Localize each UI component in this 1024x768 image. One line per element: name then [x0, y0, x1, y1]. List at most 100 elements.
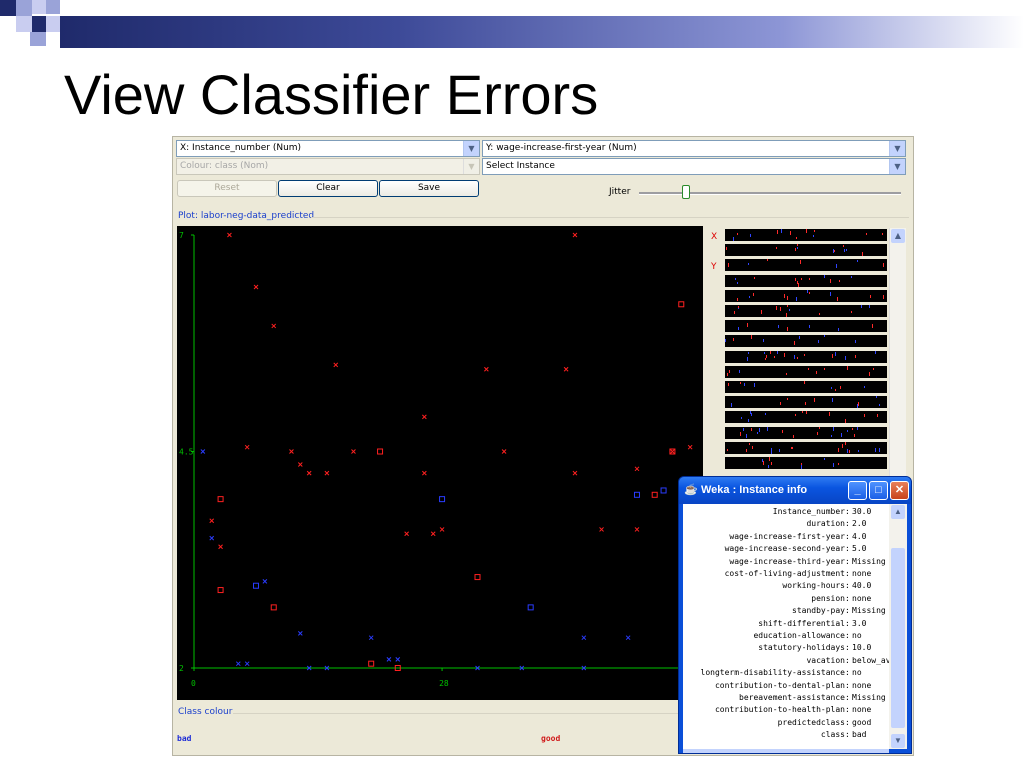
- jitter-slider-thumb[interactable]: [682, 185, 691, 199]
- attribute-strip[interactable]: [725, 289, 887, 302]
- attribute-strip[interactable]: [725, 320, 887, 333]
- data-point-square[interactable]: [633, 491, 640, 498]
- strip-dot: [857, 426, 858, 430]
- data-point-x[interactable]: [306, 470, 312, 476]
- data-point-x[interactable]: [404, 531, 409, 537]
- attribute-strip[interactable]: [725, 457, 887, 469]
- instance-info-hscrollbar[interactable]: [683, 749, 889, 753]
- data-point-x[interactable]: [599, 527, 604, 532]
- data-point-x[interactable]: [395, 656, 401, 662]
- data-point-x[interactable]: [625, 635, 631, 641]
- data-point-square[interactable]: [217, 587, 224, 594]
- scroll-thumb[interactable]: [891, 548, 905, 728]
- data-point-x[interactable]: [501, 449, 507, 454]
- strip-dot: [813, 235, 814, 237]
- scroll-up-icon[interactable]: ▲: [891, 505, 905, 519]
- attribute-strip[interactable]: [725, 441, 887, 454]
- maximize-icon[interactable]: □: [869, 481, 888, 500]
- attribute-strip[interactable]: [725, 244, 887, 257]
- minimize-icon[interactable]: _: [848, 481, 867, 500]
- data-point-x[interactable]: [687, 444, 693, 450]
- data-point-square[interactable]: [253, 582, 260, 589]
- data-point-x[interactable]: [563, 366, 569, 372]
- data-point-x[interactable]: [297, 462, 303, 467]
- x-axis-select[interactable]: X: Instance_number (Num) ▼: [176, 140, 480, 157]
- save-button[interactable]: Save: [379, 180, 479, 197]
- y-axis-select[interactable]: Y: wage-increase-first-year (Num) ▼: [482, 140, 906, 157]
- attribute-strip[interactable]: [725, 259, 887, 272]
- data-point-x[interactable]: [253, 284, 259, 290]
- data-point-x[interactable]: [209, 535, 215, 541]
- data-point-square[interactable]: [660, 487, 667, 494]
- data-point-x[interactable]: [244, 444, 250, 450]
- colour-select[interactable]: Colour: class (Nom) ▼: [176, 158, 480, 175]
- strip-dot: [776, 247, 777, 250]
- data-point-x[interactable]: [227, 232, 232, 238]
- data-point-x[interactable]: [218, 544, 223, 550]
- data-point-x[interactable]: [572, 232, 578, 238]
- scatter-plot[interactable]: 2 4.5 7 0 28: [177, 226, 703, 700]
- jitter-slider[interactable]: [639, 192, 901, 195]
- scroll-up-icon[interactable]: ▲: [891, 229, 905, 243]
- data-point-x[interactable]: [368, 635, 374, 641]
- data-point-x[interactable]: [271, 323, 277, 329]
- attribute-strip[interactable]: [725, 411, 887, 424]
- data-point-square[interactable]: [474, 574, 481, 581]
- data-point-x[interactable]: [386, 656, 392, 662]
- close-icon[interactable]: ✕: [890, 481, 909, 500]
- data-point-square[interactable]: [368, 660, 375, 667]
- instance-select[interactable]: Select Instance ▼: [482, 158, 906, 175]
- data-point-x[interactable]: [297, 631, 303, 636]
- data-point-square[interactable]: [270, 604, 277, 611]
- reset-button[interactable]: Reset: [177, 180, 277, 197]
- data-point-x[interactable]: [670, 449, 675, 454]
- clear-button[interactable]: Clear: [278, 180, 378, 197]
- data-point-x[interactable]: [244, 661, 250, 667]
- strip-dot: [748, 351, 749, 354]
- data-point-x[interactable]: [572, 470, 578, 476]
- attribute-strip[interactable]: [725, 396, 887, 409]
- attribute-strip[interactable]: [725, 350, 887, 363]
- strip-dot: [857, 260, 858, 263]
- data-point-x[interactable]: [324, 470, 330, 476]
- data-point-square[interactable]: [377, 448, 384, 455]
- decor-square: [16, 0, 32, 16]
- attribute-strip[interactable]: [725, 305, 887, 317]
- data-point-square[interactable]: [527, 604, 534, 611]
- data-point-x[interactable]: [351, 449, 356, 454]
- data-point-x[interactable]: [209, 518, 215, 524]
- data-point-x[interactable]: [484, 366, 489, 372]
- data-point-x[interactable]: [421, 414, 427, 420]
- strip-dot: [797, 244, 798, 247]
- attribute-strip[interactable]: [725, 426, 887, 439]
- attribute-strip[interactable]: [725, 381, 887, 393]
- data-point-x[interactable]: [333, 362, 339, 368]
- instance-info-titlebar[interactable]: ☕ Weka : Instance info _ □ ✕: [679, 477, 911, 504]
- data-point-square[interactable]: [439, 496, 446, 503]
- data-point-x[interactable]: [439, 527, 445, 532]
- data-point-x[interactable]: [581, 635, 587, 641]
- chevron-down-icon[interactable]: ▼: [463, 141, 479, 156]
- instance-info-scrollbar[interactable]: ▲ ▼: [889, 504, 907, 749]
- data-point-square[interactable]: [651, 491, 658, 498]
- chevron-down-icon[interactable]: ▼: [889, 141, 905, 156]
- strips-scrollbar[interactable]: ▲: [889, 228, 906, 478]
- data-point-square[interactable]: [678, 301, 685, 308]
- data-point-x[interactable]: [634, 466, 640, 472]
- chevron-down-icon[interactable]: ▼: [889, 159, 905, 174]
- data-point-x[interactable]: [430, 531, 436, 537]
- attribute-strip[interactable]: [725, 365, 887, 378]
- data-point-square[interactable]: [217, 496, 224, 503]
- data-point-x[interactable]: [262, 579, 268, 584]
- strip-dot: [759, 427, 760, 432]
- scroll-down-icon[interactable]: ▼: [891, 734, 905, 748]
- data-point-x[interactable]: [421, 470, 427, 476]
- data-point-x[interactable]: [235, 661, 241, 667]
- attribute-strips-panel[interactable]: X Y: [709, 228, 889, 478]
- attribute-strip[interactable]: [725, 229, 887, 241]
- data-point-x[interactable]: [200, 449, 206, 454]
- attribute-strip[interactable]: [725, 335, 887, 348]
- data-point-x[interactable]: [289, 449, 294, 454]
- data-point-x[interactable]: [634, 527, 640, 532]
- attribute-strip[interactable]: [725, 274, 887, 287]
